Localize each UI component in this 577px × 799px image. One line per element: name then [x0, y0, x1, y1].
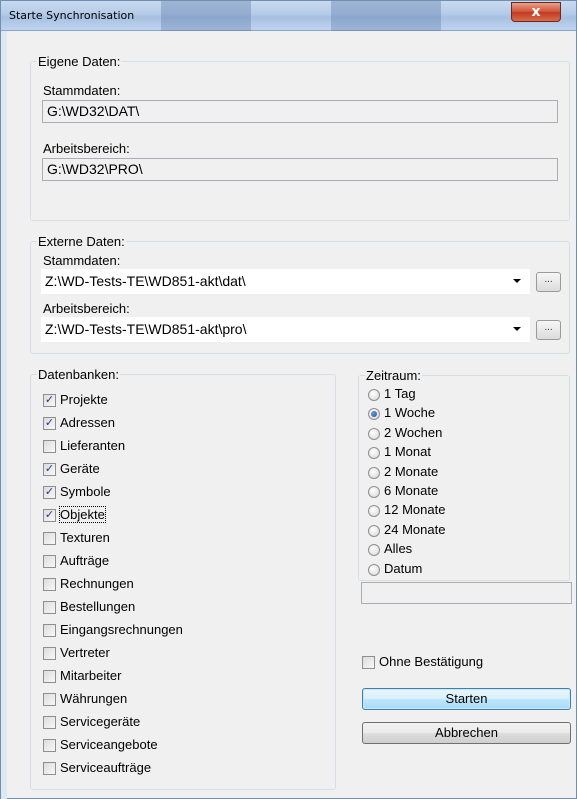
datenbank-label: Texturen: [60, 530, 110, 545]
close-icon: x: [531, 4, 541, 20]
datenbank-label: Adressen: [60, 415, 115, 430]
zeitraum-label: Datum: [384, 560, 423, 576]
externe-stammdaten-value: Z:\WD-Tests-TE\WD851-akt\dat\: [45, 273, 246, 289]
checkbox-box[interactable]: [43, 440, 56, 453]
radio-button[interactable]: [368, 427, 380, 440]
externe-stammdaten-label: Stammdaten:: [43, 253, 121, 268]
checkbox-box[interactable]: [43, 555, 56, 568]
eigene-daten-group: Eigene Daten:: [30, 54, 570, 221]
checkbox-box[interactable]: [43, 578, 56, 591]
cancel-button[interactable]: Abbrechen: [362, 722, 571, 744]
checkbox-box[interactable]: ✓: [43, 486, 56, 499]
zeitraum-label: Alles: [384, 541, 413, 557]
title-bar-highlight: [161, 1, 251, 31]
checkbox-box[interactable]: [43, 601, 56, 614]
ohne-bestaetigung-label: Ohne Bestätigung: [379, 654, 484, 669]
zeitraum-label: 12 Monate: [384, 502, 446, 518]
datenbank-label: Geräte: [60, 461, 100, 476]
start-button[interactable]: Starten: [362, 688, 571, 710]
datenbank-label: Eingangsrechnungen: [60, 622, 183, 637]
window-title: Starte Synchronisation: [9, 9, 135, 22]
checkbox-box[interactable]: ✓: [43, 463, 56, 476]
zeitraum-label: 1 Woche: [384, 405, 436, 421]
window-left-edge: [1, 31, 7, 799]
zeitraum-label: 6 Monate: [384, 483, 439, 498]
chevron-down-icon[interactable]: [513, 279, 521, 283]
eigene-stammdaten-label: Stammdaten:: [43, 83, 121, 98]
title-bar-highlight: [331, 1, 441, 31]
datenbank-label: Lieferanten: [60, 438, 126, 453]
checkbox-box[interactable]: [43, 532, 56, 545]
datenbanken-legend: Datenbanken:: [38, 367, 119, 382]
checkbox-box[interactable]: ✓: [43, 394, 56, 407]
datenbank-label: Servicegeräte: [60, 714, 141, 729]
radio-button[interactable]: [368, 486, 380, 498]
check-icon: ✓: [44, 486, 55, 498]
check-icon: ✓: [44, 463, 55, 475]
datenbank-label: Währungen: [60, 691, 128, 706]
checkbox-box[interactable]: [362, 656, 375, 669]
eigene-arbeitsbereich-field[interactable]: G:\WD32\PRO\: [42, 158, 558, 181]
zeitraum-label: 1 Tag: [384, 386, 416, 401]
radio-button[interactable]: [368, 389, 380, 401]
browse-stammdaten-button[interactable]: ...: [536, 272, 561, 292]
radio-button[interactable]: [368, 563, 380, 576]
datenbank-label: Aufträge: [60, 553, 110, 568]
zeitraum-label: 1 Monat: [384, 444, 431, 460]
datenbank-label: Serviceangebote: [60, 737, 158, 752]
checkbox-box[interactable]: ✓: [43, 417, 56, 430]
close-button[interactable]: x: [511, 2, 561, 22]
datum-field[interactable]: [361, 582, 572, 604]
checkbox-box[interactable]: [43, 716, 56, 729]
datenbank-label: Bestellungen: [60, 599, 136, 614]
zeitraum-label: 2 Wochen: [384, 424, 443, 440]
eigene-arbeitsbereich-label: Arbeitsbereich:: [43, 141, 130, 156]
externe-daten-legend: Externe Daten:: [38, 234, 125, 249]
check-icon: ✓: [44, 509, 55, 521]
chevron-down-icon[interactable]: [513, 327, 521, 331]
checkbox-box[interactable]: [43, 670, 56, 683]
eigene-daten-legend: Eigene Daten:: [38, 54, 121, 69]
zeitraum-label: 24 Monate: [384, 521, 446, 537]
radio-button[interactable]: [368, 524, 380, 537]
radio-button[interactable]: [368, 466, 380, 479]
checkbox-box[interactable]: [43, 762, 56, 775]
datenbank-label: Mitarbeiter: [60, 668, 122, 683]
zeitraum-label: 2 Monate: [384, 463, 439, 479]
datenbank-label: Vertreter: [60, 645, 110, 660]
title-bar[interactable]: Starte Synchronisation x: [1, 1, 576, 31]
datenbank-label: Projekte: [60, 392, 108, 407]
dialog-window: Starte Synchronisation x Eigene Daten: S…: [0, 0, 577, 799]
externe-arbeitsbereich-combo[interactable]: Z:\WD-Tests-TE\WD851-akt\pro\: [41, 317, 530, 342]
checkbox-box[interactable]: [43, 693, 56, 706]
datenbank-label: Rechnungen: [60, 576, 134, 591]
zeitraum-legend: Zeitraum:: [366, 368, 421, 383]
externe-stammdaten-combo[interactable]: Z:\WD-Tests-TE\WD851-akt\dat\: [41, 269, 530, 294]
checkbox-box[interactable]: [43, 624, 56, 637]
eigene-stammdaten-field[interactable]: G:\WD32\DAT\: [42, 100, 558, 123]
externe-arbeitsbereich-label: Arbeitsbereich:: [43, 301, 130, 316]
checkbox-box[interactable]: ✓: [43, 509, 56, 522]
externe-arbeitsbereich-value: Z:\WD-Tests-TE\WD851-akt\pro\: [45, 321, 247, 337]
datenbank-label: Objekte: [59, 506, 106, 523]
datenbank-label: Symbole: [60, 484, 111, 499]
checkbox-box[interactable]: [43, 739, 56, 752]
check-icon: ✓: [44, 417, 55, 429]
browse-arbeitsbereich-button[interactable]: ...: [536, 320, 561, 340]
checkbox-box[interactable]: [43, 647, 56, 660]
datenbank-label: Serviceaufträge: [60, 760, 152, 775]
check-icon: ✓: [44, 394, 55, 406]
